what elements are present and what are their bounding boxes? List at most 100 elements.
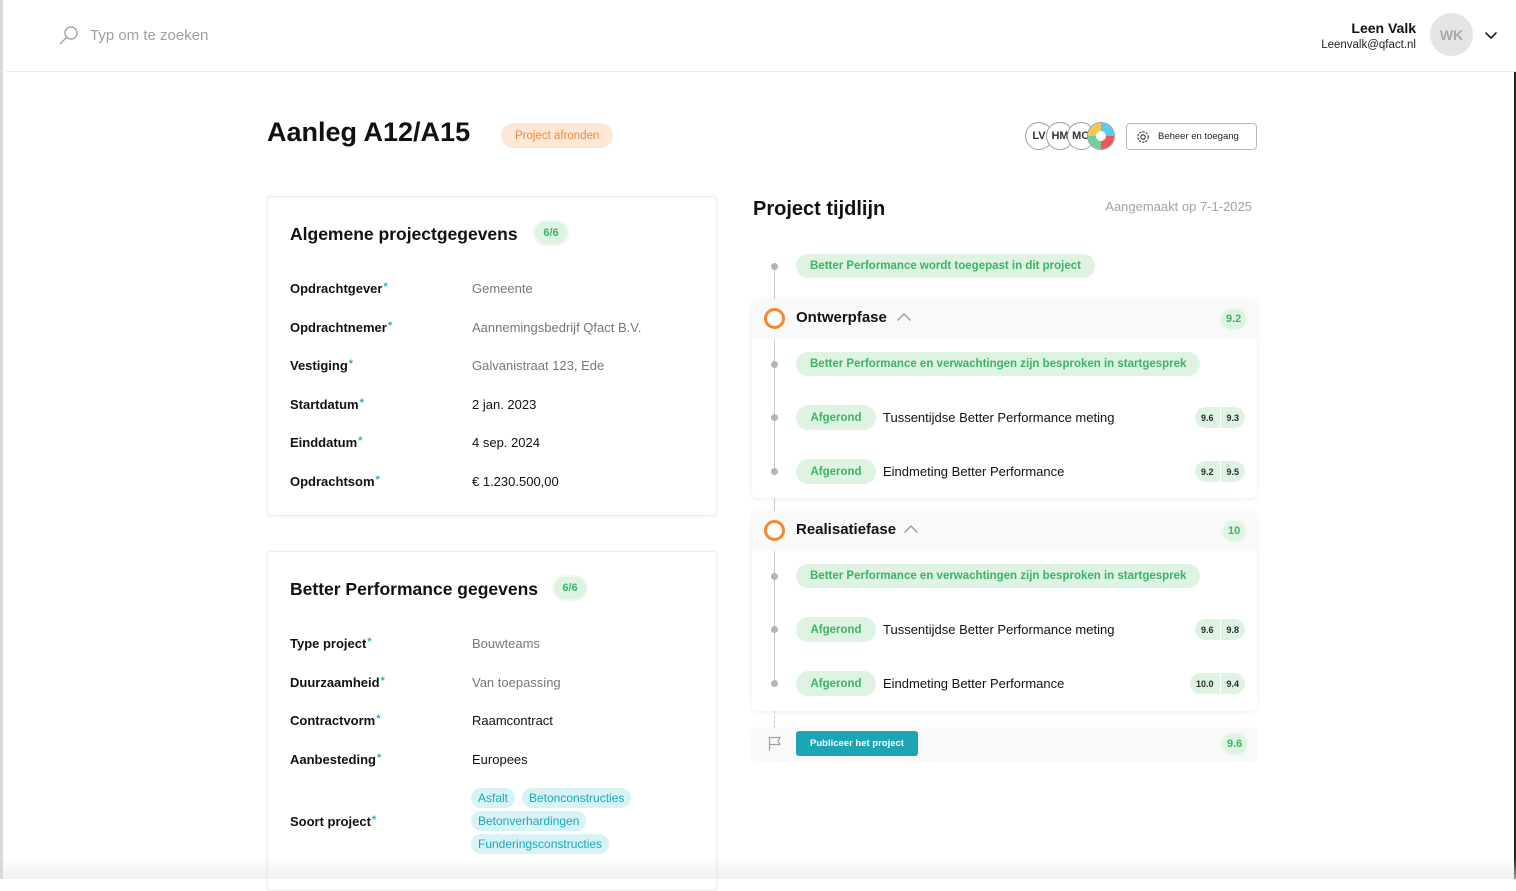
card-title: Better Performance gegevens	[290, 579, 539, 599]
score-value: 9.8	[1219, 619, 1246, 640]
field-label: Contractvorm*	[290, 713, 381, 728]
phase-header[interactable]: Realisatiefase 10	[752, 511, 1257, 551]
timeline-line	[774, 339, 775, 474]
measurement-item[interactable]: Tussentijdse Better Performance meting	[883, 622, 1114, 637]
member-avatars[interactable]: LV HM MO	[1025, 122, 1115, 151]
score-pair: 9.6 9.3	[1195, 407, 1246, 428]
measurement-item[interactable]: Eindmeting Better Performance	[883, 676, 1064, 691]
timeline-dot	[771, 680, 778, 687]
timeline-line	[774, 498, 775, 512]
publish-row: Publiceer het project 9.6	[752, 728, 1257, 760]
status-pill: Afgerond	[796, 617, 876, 642]
chevron-up-icon[interactable]	[903, 523, 919, 535]
field-label: Opdrachtsom*	[290, 474, 380, 489]
field-label: Vestiging*	[290, 358, 354, 373]
completion-badge: 6/6	[552, 575, 588, 601]
phase-header[interactable]: Ontwerpfase 9.2	[752, 299, 1257, 339]
final-score: 9.6	[1220, 732, 1250, 756]
bottom-shade	[3, 858, 1516, 879]
score-value: 9.6	[1201, 412, 1214, 423]
field-label: Startdatum*	[290, 397, 364, 412]
field-label: Opdrachtgever*	[290, 281, 388, 296]
timeline-dot	[771, 573, 778, 580]
status-pill: Afgerond	[796, 405, 876, 430]
app-frame: Leen Valk Leenvalk@qfact.nl WK Aanleg A1…	[0, 0, 1516, 891]
field-label: Type project*	[290, 636, 372, 651]
field-value[interactable]: Europees	[472, 752, 528, 767]
score-value: 9.2	[1201, 466, 1214, 477]
phase-score: 9.2	[1219, 307, 1249, 331]
score-value: 9.5	[1219, 461, 1246, 482]
score-value: 10.0	[1196, 678, 1214, 689]
phase-title: Realisatiefase	[796, 521, 897, 538]
kickoff-pill: Better Performance en verwachtingen zijn…	[796, 352, 1201, 376]
field-label: Aanbesteding*	[290, 752, 382, 767]
page-title: Aanleg A12/A15	[267, 117, 471, 147]
timeline-dot	[771, 361, 778, 368]
timeline-dot	[771, 414, 778, 421]
search-input[interactable]	[90, 22, 510, 48]
field-value[interactable]: Gemeente	[472, 281, 533, 296]
manage-access-button[interactable]: Beheer en toegang	[1126, 123, 1257, 150]
project-type-tag[interactable]: Asfalt	[471, 788, 516, 808]
user-name: Leen Valk	[1351, 20, 1416, 36]
score-value: 9.6	[1201, 624, 1214, 635]
project-type-tag[interactable]: Betonconstructies	[522, 788, 632, 808]
phase-status-icon	[764, 520, 785, 541]
completion-badge: 6/6	[533, 220, 569, 246]
field-value[interactable]: 2 jan. 2023	[472, 397, 536, 412]
timeline-line	[774, 711, 775, 728]
score-pair: 9.2 9.5	[1195, 461, 1246, 482]
general-info-card: Algemene projectgegevens 6/6 Opdrachtgev…	[267, 196, 717, 516]
flag-icon	[768, 736, 781, 751]
better-performance-card: Better Performance gegevens 6/6 Type pro…	[267, 551, 717, 891]
phase-title: Ontwerpfase	[796, 309, 887, 326]
status-badge[interactable]: Project afronden	[501, 123, 614, 148]
status-pill: Afgerond	[796, 459, 876, 484]
score-pair: 10.0 9.4	[1190, 673, 1246, 694]
timeline-dot	[771, 468, 778, 475]
avatar[interactable]: WK	[1430, 13, 1473, 56]
gear-icon	[1137, 130, 1149, 143]
timeline-title: Project tijdlijn	[753, 198, 886, 220]
timeline-intro-pill: Better Performance wordt toegepast in di…	[796, 254, 1095, 278]
kickoff-pill: Better Performance en verwachtingen zijn…	[796, 564, 1201, 588]
field-value[interactable]: Raamcontract	[472, 713, 553, 728]
field-value[interactable]: Van toepassing	[472, 675, 561, 690]
field-label: Soort project*	[290, 814, 377, 829]
score-value: 9.4	[1219, 673, 1246, 694]
timeline-line	[774, 551, 775, 686]
member-avatar-image[interactable]	[1087, 122, 1115, 150]
field-value[interactable]: 4 sep. 2024	[472, 435, 540, 450]
search-icon	[59, 26, 78, 45]
publish-button[interactable]: Publiceer het project	[796, 731, 918, 756]
manage-access-label: Beheer en toegang	[1158, 131, 1239, 142]
field-value[interactable]: Galvanistraat 123, Ede	[472, 358, 604, 373]
phase-card: Ontwerpfase 9.2 Better Performance en ve…	[752, 299, 1257, 498]
card-title: Algemene projectgegevens	[290, 224, 518, 244]
field-label: Duurzaamheid*	[290, 675, 385, 690]
top-bar: Leen Valk Leenvalk@qfact.nl	[6, 0, 1516, 72]
user-email: Leenvalk@qfact.nl	[1321, 39, 1416, 51]
status-pill: Afgerond	[796, 671, 876, 696]
timeline-dot	[771, 626, 778, 633]
measurement-item[interactable]: Tussentijdse Better Performance meting	[883, 410, 1114, 425]
field-value[interactable]: € 1.230.500,00	[472, 474, 559, 489]
field-label: Einddatum*	[290, 435, 363, 450]
score-value: 9.3	[1219, 407, 1246, 428]
score-pair: 9.6 9.8	[1195, 619, 1246, 640]
phase-card: Realisatiefase 10 Better Performance en …	[752, 511, 1257, 711]
avatar-image-icon	[1088, 123, 1114, 149]
phase-status-icon	[764, 308, 785, 329]
created-date: Aangemaakt op 7-1-2025	[1105, 199, 1252, 214]
project-type-tag[interactable]: Betonverhardingen	[471, 811, 587, 831]
project-type-tag[interactable]: Funderingsconstructies	[471, 834, 610, 854]
field-value[interactable]: Aannemingsbedrijf Qfact B.V.	[472, 320, 641, 335]
field-label: Opdrachtnemer*	[290, 320, 393, 335]
timeline-dot	[771, 263, 778, 270]
chevron-up-icon[interactable]	[896, 311, 912, 323]
phase-score: 10	[1221, 519, 1248, 543]
chevron-down-icon[interactable]	[1483, 27, 1499, 43]
field-value[interactable]: Bouwteams	[472, 636, 540, 651]
measurement-item[interactable]: Eindmeting Better Performance	[883, 464, 1064, 479]
